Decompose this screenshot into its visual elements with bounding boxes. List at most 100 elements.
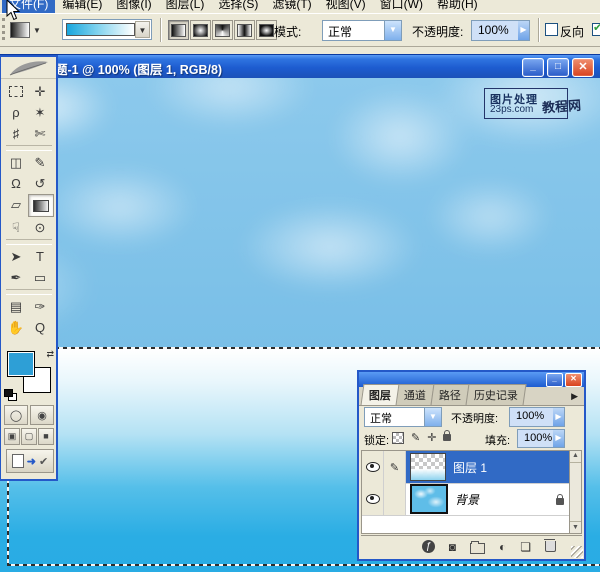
chevron-right-icon[interactable]: ▶ bbox=[553, 408, 564, 426]
adjustment-layer-button[interactable]: ◐ bbox=[499, 541, 506, 553]
palette-close-button[interactable]: ✕ bbox=[565, 373, 582, 387]
tool-move[interactable]: ✛ bbox=[28, 81, 52, 102]
gradient-picker-dropdown[interactable]: ▼ bbox=[135, 21, 150, 38]
menu-图像[interactable]: 图像(I) bbox=[109, 0, 158, 13]
tab-layers[interactable]: 图层 bbox=[361, 384, 400, 405]
standard-screen-button[interactable]: ▣ bbox=[4, 428, 20, 445]
radial-gradient-button[interactable] bbox=[190, 20, 211, 40]
standard-mode-button[interactable]: ◯ bbox=[4, 405, 28, 425]
linear-gradient-button[interactable] bbox=[168, 20, 189, 40]
layer-row-layer1[interactable]: ✎ 图层 1 bbox=[362, 451, 570, 484]
tool-gradient[interactable] bbox=[28, 194, 54, 217]
tool-lasso[interactable]: ρ bbox=[4, 102, 28, 123]
tool-magic-wand[interactable]: ✶ bbox=[28, 102, 52, 123]
palette-resize-grip[interactable] bbox=[571, 546, 583, 558]
reverse-checkbox[interactable] bbox=[545, 23, 558, 36]
tab-paths[interactable]: 路径 bbox=[431, 384, 470, 405]
tool-history-brush[interactable]: ↺ bbox=[28, 173, 52, 194]
layer1-thumbnail[interactable] bbox=[410, 453, 446, 481]
options-bar-grip[interactable] bbox=[2, 18, 5, 40]
layer-name[interactable]: 背景 bbox=[455, 491, 556, 508]
minimize-button[interactable]: _ bbox=[522, 58, 544, 77]
scroll-down-icon[interactable]: ▼ bbox=[570, 521, 581, 533]
tool-dodge[interactable]: ⊙ bbox=[28, 217, 52, 238]
menu-滤镜[interactable]: 滤镜(T) bbox=[265, 0, 318, 13]
gradient-tool-preset-button[interactable]: ▼ bbox=[10, 21, 44, 39]
link-cell[interactable] bbox=[384, 483, 406, 515]
menu-选择[interactable]: 选择(S) bbox=[211, 0, 265, 13]
layer-list-scrollbar[interactable]: ▲ ▼ bbox=[569, 451, 581, 533]
tab-channels[interactable]: 通道 bbox=[396, 384, 435, 405]
add-mask-button[interactable]: ◙ bbox=[449, 541, 456, 553]
gradient-picker[interactable]: ▼ bbox=[62, 19, 152, 40]
tool-pen[interactable]: ✒ bbox=[4, 267, 28, 288]
opacity-field[interactable]: 100% ▶ bbox=[471, 20, 530, 41]
menu-视图[interactable]: 视图(V) bbox=[319, 0, 373, 13]
menu-帮助[interactable]: 帮助(H) bbox=[430, 0, 485, 13]
layer-opacity-field[interactable]: 100% ▶ bbox=[509, 407, 565, 427]
tab-history[interactable]: 历史记录 bbox=[466, 384, 527, 405]
chevron-down-icon[interactable]: ▼ bbox=[424, 408, 441, 426]
delete-layer-button[interactable] bbox=[545, 541, 556, 552]
layer-blend-mode-select[interactable]: 正常 ▼ bbox=[364, 407, 442, 427]
tool-path-select[interactable]: ➤ bbox=[4, 246, 28, 267]
tool-healing-brush[interactable]: ◫ bbox=[4, 152, 28, 173]
tool-eyedropper[interactable]: ✑ bbox=[28, 296, 52, 317]
lock-transparency-icon[interactable] bbox=[392, 432, 404, 444]
link-cell[interactable]: ✎ bbox=[384, 451, 406, 483]
chevron-right-icon[interactable]: ▶ bbox=[553, 430, 564, 447]
angle-gradient-button[interactable] bbox=[212, 20, 233, 40]
selection-marching-ants-top bbox=[7, 347, 600, 349]
close-button[interactable]: ✕ bbox=[572, 58, 594, 77]
lock-pixels-icon[interactable]: ✎ bbox=[411, 431, 420, 444]
chevron-down-icon[interactable]: ▼ bbox=[384, 21, 401, 40]
foreground-color-swatch[interactable] bbox=[7, 351, 35, 377]
tool-type[interactable]: T bbox=[28, 246, 52, 267]
scroll-up-icon[interactable]: ▲ bbox=[570, 451, 581, 463]
blend-mode-select[interactable]: 正常 ▼ bbox=[322, 20, 402, 41]
palette-menu-arrow-icon[interactable]: ▶ bbox=[571, 391, 578, 402]
chevron-right-icon[interactable]: ▶ bbox=[518, 21, 529, 40]
layer-style-button[interactable]: ƒ bbox=[422, 540, 435, 553]
lock-all-icon[interactable] bbox=[443, 434, 451, 441]
new-layer-button[interactable]: ❏ bbox=[520, 541, 531, 553]
quick-mask-mode-button[interactable]: ◉ bbox=[30, 405, 54, 425]
fullscreen-button[interactable]: ■ bbox=[38, 428, 54, 445]
default-colors-icon[interactable] bbox=[4, 389, 16, 400]
tool-zoom[interactable]: Q bbox=[28, 317, 52, 338]
menu-编辑[interactable]: 编辑(E) bbox=[55, 0, 109, 13]
document-window-titlebar[interactable]: 未标题-1 @ 100% (图层 1, RGB/8) _ □ ✕ bbox=[0, 54, 600, 78]
jump-to-imageready-button[interactable]: ➜ ✔ bbox=[6, 449, 54, 473]
layers-palette[interactable]: _ ✕ 图层 通道 路径 历史记录 ▶ 正常 ▼ 不透明度: 100% ▶ 锁定… bbox=[357, 370, 586, 561]
menu-窗口[interactable]: 窗口(W) bbox=[373, 0, 430, 13]
tool-slice[interactable]: ✄ bbox=[28, 123, 52, 144]
palette-minimize-button[interactable]: _ bbox=[546, 373, 563, 387]
toolbox-header[interactable] bbox=[1, 57, 56, 79]
reverse-label[interactable]: 反向 bbox=[560, 23, 584, 40]
maximize-button[interactable]: □ bbox=[547, 58, 569, 77]
reflected-gradient-button[interactable] bbox=[234, 20, 255, 40]
tool-crop[interactable]: ♯ bbox=[4, 123, 28, 144]
menu-图层[interactable]: 图层(L) bbox=[159, 0, 212, 13]
tool-eraser[interactable]: ▱ bbox=[4, 194, 28, 215]
layer-name[interactable]: 图层 1 bbox=[453, 459, 570, 476]
tool-hand[interactable]: ✋ bbox=[4, 317, 28, 338]
lock-position-icon[interactable]: ✛ bbox=[427, 431, 436, 444]
fill-field[interactable]: 100% ▶ bbox=[517, 429, 565, 448]
tool-shape[interactable]: ▭ bbox=[28, 267, 52, 288]
background-thumbnail[interactable] bbox=[410, 484, 448, 514]
tool-brush[interactable]: ✎ bbox=[28, 152, 52, 173]
dither-checkbox[interactable] bbox=[592, 23, 600, 36]
watermark-line2: 23ps.com bbox=[490, 104, 533, 115]
visibility-cell[interactable] bbox=[362, 483, 384, 515]
new-group-button[interactable] bbox=[470, 543, 485, 554]
tool-rect-marquee[interactable] bbox=[4, 81, 28, 102]
tool-notes[interactable]: ▤ bbox=[4, 296, 28, 317]
fullscreen-menubar-button[interactable]: ▢ bbox=[21, 428, 37, 445]
swap-colors-icon[interactable]: ⇄ bbox=[46, 349, 54, 360]
tool-blur[interactable]: ☟ bbox=[4, 217, 28, 238]
visibility-cell[interactable] bbox=[362, 451, 384, 483]
toolbox-palette[interactable]: ✛ρ✶♯✄◫✎Ω↺▱☟⊙➤T✒▭▤✑✋Q ⇄ ◯ ◉ ▣ ▢ ■ ➜ ✔ bbox=[0, 55, 58, 481]
tool-clone-stamp[interactable]: Ω bbox=[4, 173, 28, 194]
layer-row-background[interactable]: 背景 bbox=[362, 483, 570, 516]
